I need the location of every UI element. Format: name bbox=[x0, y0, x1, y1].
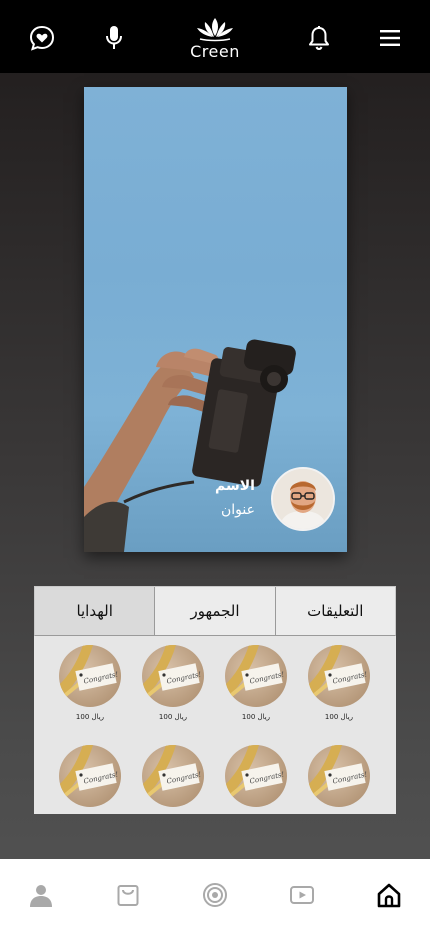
gift-grid: Congrats! 100 ريال Congrats! 100 ريال Co… bbox=[34, 636, 396, 814]
live-video-frame[interactable]: الاسم عنوان bbox=[84, 87, 347, 552]
gift-price: 100 ريال bbox=[75, 713, 105, 721]
target-icon[interactable] bbox=[201, 881, 229, 909]
gift-item[interactable]: Congrats! bbox=[141, 745, 205, 813]
gift-item[interactable]: Congrats! bbox=[307, 745, 371, 813]
gift-item[interactable]: Congrats! 100 ريال bbox=[58, 645, 122, 721]
gift-price: 100 ريال bbox=[324, 713, 354, 721]
app-logo[interactable]: Creen bbox=[180, 14, 250, 64]
interaction-panel: الهدايا الجمهور التعليقات Congrats! 100 … bbox=[34, 586, 396, 814]
gift-item[interactable]: Congrats! bbox=[58, 745, 122, 813]
gift-card-image: Congrats! bbox=[59, 745, 121, 807]
gift-item[interactable]: Congrats! 100 ريال bbox=[307, 645, 371, 721]
gift-card-image: Congrats! bbox=[142, 645, 204, 707]
home-icon[interactable] bbox=[375, 881, 403, 909]
logo-text: Creen bbox=[190, 42, 240, 61]
gift-item[interactable]: Congrats! bbox=[224, 745, 288, 813]
profile-icon[interactable] bbox=[27, 881, 55, 909]
video-play-icon[interactable] bbox=[288, 881, 316, 909]
gift-card-image: Congrats! bbox=[308, 645, 370, 707]
avatar-photo bbox=[273, 469, 333, 529]
gift-item[interactable]: Congrats! 100 ريال bbox=[141, 645, 205, 721]
gift-card-image: Congrats! bbox=[225, 745, 287, 807]
bottom-nav bbox=[0, 859, 430, 932]
gift-item[interactable]: Congrats! 100 ريال bbox=[224, 645, 288, 721]
tab-comments[interactable]: التعليقات bbox=[275, 587, 395, 635]
bell-icon[interactable] bbox=[303, 22, 335, 54]
tab-gifts[interactable]: الهدايا bbox=[35, 587, 156, 635]
gift-card-image: Congrats! bbox=[59, 645, 121, 707]
poster-subtitle: عنوان bbox=[221, 502, 255, 518]
tab-audience[interactable]: الجمهور bbox=[155, 587, 276, 635]
gift-price: 100 ريال bbox=[158, 713, 188, 721]
gift-card-image: Congrats! bbox=[142, 745, 204, 807]
gift-card-image: Congrats! bbox=[308, 745, 370, 807]
gift-price: 100 ريال bbox=[241, 713, 271, 721]
lotus-logo-icon bbox=[197, 18, 233, 42]
chat-heart-icon[interactable] bbox=[26, 22, 58, 54]
menu-icon[interactable] bbox=[374, 22, 406, 54]
panel-tabs: الهدايا الجمهور التعليقات bbox=[34, 586, 396, 636]
shop-bag-icon[interactable] bbox=[114, 881, 142, 909]
microphone-icon[interactable] bbox=[98, 22, 130, 54]
top-bar: Creen bbox=[0, 0, 430, 73]
gift-card-image: Congrats! bbox=[225, 645, 287, 707]
poster-avatar[interactable] bbox=[271, 467, 335, 531]
poster-name: الاسم bbox=[215, 478, 255, 494]
